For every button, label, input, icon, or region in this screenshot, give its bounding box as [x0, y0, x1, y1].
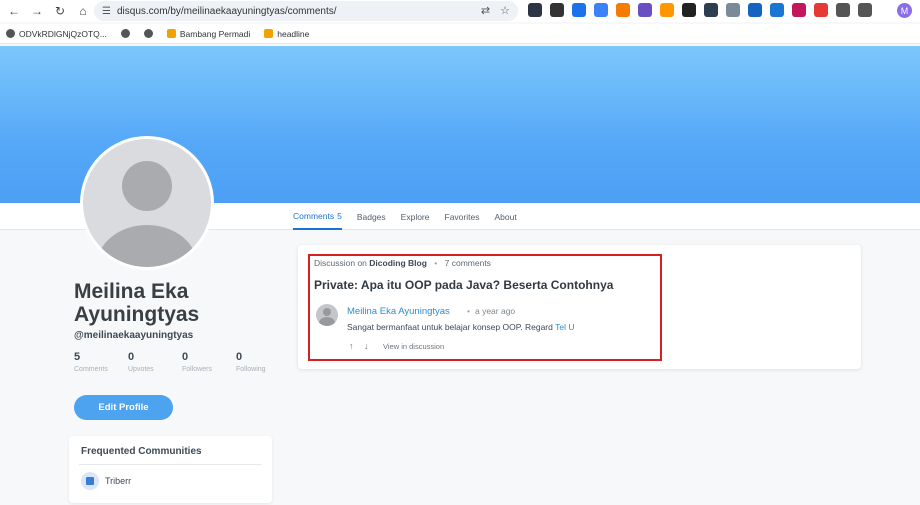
dark-icon[interactable] [682, 3, 696, 17]
shield-icon[interactable] [528, 3, 542, 17]
edit-profile-button[interactable]: Edit Profile [74, 395, 173, 420]
forum-link[interactable]: Dicoding Blog [369, 258, 427, 268]
back-icon[interactable]: ← [5, 2, 23, 20]
bookmark-item[interactable]: headline [264, 29, 309, 39]
circle-icon[interactable] [550, 3, 564, 17]
tab-favorites[interactable]: Favorites [445, 203, 480, 230]
bookmark-star-icon[interactable]: ☆ [500, 4, 510, 17]
comment-mention-link[interactable]: Tel U [555, 322, 574, 332]
profile-avatar[interactable]: M [897, 3, 912, 18]
site-settings-icon[interactable]: ☰ [102, 6, 111, 17]
rss-icon[interactable] [616, 3, 630, 17]
comment-body: Sangat bermanfaat untuk belajar konsep O… [347, 322, 575, 332]
monitor-icon[interactable] [792, 3, 806, 17]
puzzle-icon[interactable] [836, 3, 850, 17]
copy-icon[interactable] [594, 3, 608, 17]
profile-handle: @meilinaekaayuningtyas [74, 330, 194, 341]
extensions-bar [528, 3, 872, 17]
stat-comments[interactable]: 5 Comments [74, 351, 128, 373]
page-icon [166, 29, 176, 38]
c-icon[interactable] [748, 3, 762, 17]
blogger-icon [264, 29, 274, 38]
b-icon[interactable] [770, 3, 784, 17]
user-silhouette-icon [83, 139, 211, 267]
globe-icon [6, 29, 15, 38]
stat-upvotes[interactable]: 0 Upvotes [128, 351, 182, 373]
stat-followers[interactable]: 0 Followers [182, 351, 236, 373]
picture-icon[interactable] [704, 3, 718, 17]
translate-icon[interactable]: ⇄ [481, 4, 490, 17]
comment-author-link[interactable]: Meilina Eka Ayuningtyas [347, 306, 450, 317]
tab-about[interactable]: About [494, 203, 516, 230]
bookmark-item[interactable] [120, 29, 130, 38]
discussion-comment-count[interactable]: 7 comments [445, 258, 491, 268]
notebook-icon[interactable] [660, 3, 674, 17]
profile-avatar-large[interactable] [80, 136, 214, 270]
globe-icon [143, 29, 153, 38]
profile-name: Meilina Eka Ayuningtyas [74, 280, 200, 326]
profile-stats: 5 Comments 0 Upvotes 0 Followers 0 Follo… [74, 351, 290, 373]
blue-square-icon[interactable] [572, 3, 586, 17]
tab-badges[interactable]: Badges [357, 203, 386, 230]
triberr-logo-icon [81, 472, 99, 490]
discussion-meta: Discussion on Dicoding Blog • 7 comments [314, 258, 491, 268]
view-in-discussion-link[interactable]: View in discussion [383, 342, 444, 351]
tab-explore[interactable]: Explore [401, 203, 430, 230]
community-item[interactable]: Triberr [81, 472, 131, 490]
globe-icon [120, 29, 130, 38]
red-arrow-icon[interactable] [814, 3, 828, 17]
address-bar[interactable]: ☰ disqus.com/by/meilinaekaayuningtyas/co… [94, 1, 518, 21]
cloud-icon[interactable] [638, 3, 652, 17]
url-text: disqus.com/by/meilinaekaayuningtyas/comm… [116, 5, 337, 17]
downvote-icon[interactable]: ↓ [364, 341, 369, 351]
bookmark-item[interactable]: ODVkRDlGNjQzOTQ... [6, 29, 107, 39]
frequented-communities-panel: Frequented Communities Triberr [69, 436, 272, 503]
comment-time[interactable]: • a year ago [467, 306, 515, 316]
home-icon[interactable]: ⌂ [74, 2, 92, 20]
bookmark-item[interactable]: Bambang Permadi [166, 29, 250, 39]
discussion-title-link[interactable]: Private: Apa itu OOP pada Java? Beserta … [314, 278, 613, 292]
bookmarks-bar: ODVkRDlGNjQzOTQ... Bambang Permadi headl… [0, 24, 920, 44]
divider [79, 464, 262, 465]
bird-icon[interactable] [726, 3, 740, 17]
comments-count: 5 [337, 210, 342, 221]
sidebar-icon[interactable] [858, 3, 872, 17]
comment-avatar[interactable] [316, 304, 338, 326]
browser-toolbar: ← → ↻ ⌂ ☰ disqus.com/by/meilinaekaayunin… [0, 0, 920, 22]
stat-following[interactable]: 0 Following [236, 351, 290, 373]
bookmark-item[interactable] [143, 29, 153, 38]
reload-icon[interactable]: ↻ [51, 2, 69, 20]
communities-title: Frequented Communities [81, 446, 202, 457]
upvote-icon[interactable]: ↑ [349, 341, 354, 351]
forward-icon[interactable]: → [28, 2, 46, 20]
tab-comments[interactable]: Comments 5 [293, 203, 342, 230]
